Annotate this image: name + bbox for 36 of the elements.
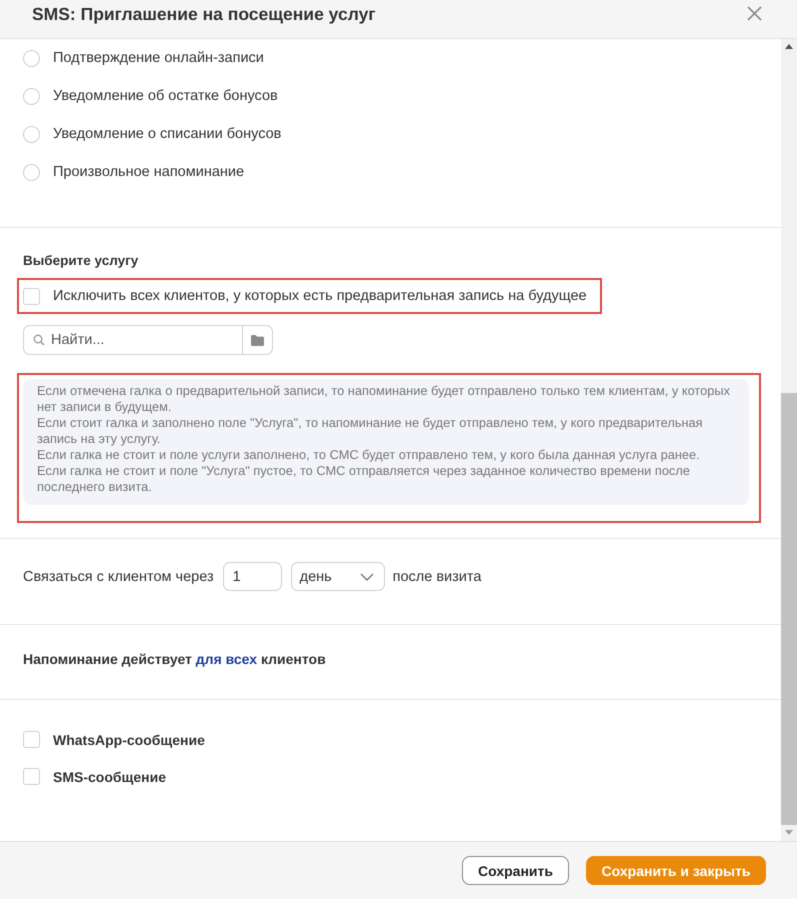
scope-link[interactable]: для всех: [196, 651, 258, 667]
option-label[interactable]: Подтверждение онлайн-записи: [53, 50, 264, 66]
checkbox-label[interactable]: Исключить всех клиентов, у которых есть предварительная запись на будущее: [53, 288, 587, 304]
radio-button[interactable]: [23, 88, 40, 104]
delay-suffix: после визита: [392, 568, 482, 584]
checkbox-label[interactable]: SMS-сообщение: [53, 768, 166, 784]
option-label[interactable]: Уведомление о списании бонусов: [53, 126, 282, 142]
info-text: Если галка не стоит и поле "Услуга" пустое, то СМС отправляется через заданное количество времени после последнего визита.: [37, 463, 691, 495]
radio-button[interactable]: [23, 50, 40, 66]
search-field[interactable]: Найти...: [51, 326, 242, 354]
option-label[interactable]: Произвольное напоминание: [53, 164, 244, 180]
search-box[interactable]: Найти...: [23, 325, 273, 355]
scroll-down-icon[interactable]: [785, 830, 793, 835]
info-text: Если отмечена галка о предварительной записи, то напоминание будет отправлено только тем клиентам, у которых нет записи в будущем.: [37, 383, 731, 415]
folder-icon: [251, 334, 264, 346]
search-icon: [33, 334, 45, 346]
info-text: Если стоит галка и заполнено поле "Услуга", то напоминание не будет отправлено тем, у кого предварительная запись на эту услугу.: [37, 415, 704, 447]
amount-field[interactable]: 1: [222, 562, 282, 591]
close-icon[interactable]: [747, 6, 762, 21]
scope-text: Напоминание действует для всех клиентов: [23, 650, 326, 668]
checkbox[interactable]: [23, 288, 40, 304]
info-text: Если галка не стоит и поле услуги заполнено, то СМС будет отправлено тем, у кого была данная услуга ранее.: [37, 447, 701, 463]
section-heading: Выберите услугу: [23, 253, 138, 269]
checkbox[interactable]: [23, 768, 40, 785]
unit-dropdown[interactable]: день: [290, 562, 385, 591]
checkbox[interactable]: [23, 731, 40, 748]
save-button[interactable]: Сохранить: [462, 856, 569, 885]
scroll-up-icon[interactable]: [785, 44, 793, 49]
scrollbar-thumb[interactable]: [781, 393, 797, 825]
dialog-title: SMS: Приглашение на посещение услуг: [32, 3, 376, 25]
checkbox-label[interactable]: WhatsApp-сообщение: [53, 732, 205, 748]
chevron-down-icon: [360, 572, 374, 580]
option-label[interactable]: Уведомление об остатке бонусов: [53, 88, 278, 104]
radio-button[interactable]: [23, 126, 40, 142]
radio-button[interactable]: [23, 164, 40, 180]
delay-label: Связаться с клиентом через: [23, 568, 214, 584]
